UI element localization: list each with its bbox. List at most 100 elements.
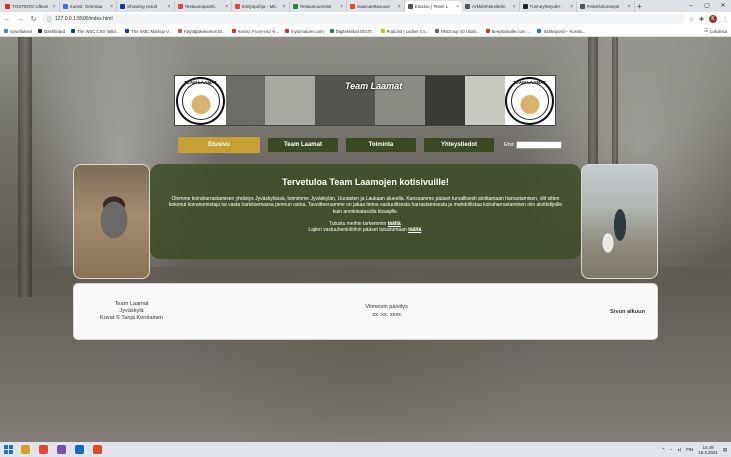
tab-close-icon[interactable]: ×	[340, 4, 343, 10]
bookmark-favicon-icon	[434, 29, 439, 33]
bookmark-item[interactable]: Dashboard	[37, 28, 66, 34]
reading-list-label: Lukulista	[710, 28, 727, 34]
tab-favicon-icon	[235, 4, 240, 9]
bookmark-favicon-icon	[178, 29, 183, 33]
tab-close-icon[interactable]: ×	[225, 4, 228, 10]
logo-dog-emblem	[181, 82, 220, 120]
bookmark-star-icon[interactable]: ☆	[689, 16, 694, 23]
network-icon[interactable]: ◔	[669, 447, 672, 452]
nav-item[interactable]: Etusivu	[178, 137, 260, 153]
contacts-link-line: Lajien vastuuhenkilöihin pääset tutustum…	[168, 227, 563, 233]
bookmark-item[interactable]: NNGroup 10 Usab...	[434, 29, 480, 34]
bookmark-favicon-icon	[485, 29, 490, 33]
bookmark-label: Podcast | Ladies Co...	[386, 28, 429, 34]
browser-menu-icon[interactable]: ⋮	[722, 16, 728, 23]
welcome-section: Tervetuloa Team Laamojen kotisivuille! O…	[150, 164, 581, 259]
back-icon[interactable]: ←	[3, 16, 12, 23]
bookmark-favicon-icon	[4, 29, 8, 33]
browser-tab[interactable]: Esityspohja - Mic ×	[232, 1, 290, 12]
browser-tab[interactable]: Showing result ×	[117, 1, 175, 12]
new-tab-button[interactable]: +	[635, 2, 645, 12]
taskbar-app-icon[interactable]	[57, 445, 66, 454]
tab-close-icon[interactable]: ×	[398, 4, 401, 10]
maximize-button[interactable]: ▢	[699, 0, 715, 12]
system-tray: ^ ◔ ◖) FIN 14.49 18.4.2021 ▤	[662, 445, 727, 455]
bookmark-item[interactable]: Kurssi: Front-end -k...	[231, 29, 279, 34]
search-input[interactable]	[515, 141, 562, 149]
nav-item[interactable]: Yhteystiedot	[424, 138, 494, 152]
tab-close-icon[interactable]: ×	[168, 4, 171, 10]
bookmark-label: Dashboard	[43, 28, 66, 34]
taskbar-app-icon[interactable]	[39, 445, 48, 454]
browser-tab[interactable]: Etusivu | Team L ×	[404, 1, 462, 12]
bookmark-item[interactable]: Käyttäjäkokemus Di...	[178, 29, 226, 34]
windows-start-icon[interactable]	[4, 445, 13, 454]
taskbar-app-icon[interactable]	[75, 445, 84, 454]
tab-close-icon[interactable]: ×	[53, 4, 56, 10]
browser-tab[interactable]: Testausraportti. ×	[175, 1, 232, 12]
notifications-icon[interactable]: ▤	[723, 447, 727, 453]
profile-avatar[interactable]: K	[709, 15, 717, 23]
browser-tab[interactable]: Palvelukonsepti ×	[577, 1, 635, 12]
reload-icon[interactable]: ↻	[29, 15, 38, 23]
tab-close-icon[interactable]: ×	[628, 4, 631, 10]
volume-icon[interactable]: ◖)	[677, 447, 681, 452]
contacts-link[interactable]: täältä	[408, 227, 421, 233]
url-field[interactable]: ⓘ 127.0.0.1:5500/index.html	[42, 14, 685, 24]
tab-close-icon[interactable]: ×	[110, 4, 113, 10]
minimize-button[interactable]: –	[683, 0, 699, 12]
tab-title: TOSTERO Ulkoin	[12, 4, 49, 9]
tab-close-icon[interactable]: ×	[283, 4, 286, 10]
taskbar-app-icon[interactable]	[21, 445, 30, 454]
browser-tab[interactable]: Tunneyhteydet - ×	[520, 1, 577, 12]
tab-title: Kurssi: Orientaa	[69, 4, 103, 9]
person-with-dog-photo-right	[581, 164, 658, 279]
bookmark-label: The W3C CSS Valid...	[77, 28, 120, 34]
clock-date: 18.4.2021	[698, 449, 718, 455]
bookmarks-bar: Sovellukset Dashboard The W3C CSS Valid...…	[0, 26, 731, 37]
tab-close-icon[interactable]: ×	[513, 4, 516, 10]
bookmark-item[interactable]: Sovellukset	[4, 29, 32, 34]
search-box: Etsi:	[504, 141, 562, 149]
tab-favicon-icon	[350, 4, 355, 9]
browser-tab-bar: TOSTERO Ulkoin × Kurssi: Orientaa × Showing …	[0, 0, 731, 12]
bookmark-label: Beeptoskalle.com :...	[491, 28, 532, 34]
bookmark-item[interactable]: Digitekniikat DIGIT...	[329, 28, 375, 34]
input-language[interactable]: FIN	[686, 447, 693, 452]
nav-item[interactable]: Team Laamat	[268, 138, 338, 152]
extensions-icon[interactable]: ✱	[699, 16, 704, 23]
main-navigation: Etusivu Team Laamat Toiminta Yhteystiedot E…	[178, 136, 562, 154]
bookmark-item[interactable]: Beeptoskalle.com :...	[485, 28, 532, 34]
browser-tab[interactable]: Testausuunnitel ×	[290, 1, 347, 12]
tray-chevron-icon[interactable]: ^	[662, 447, 664, 452]
search-label: Etsi:	[504, 142, 515, 148]
bookmark-item[interactable]: mytomatoes.com	[285, 29, 324, 34]
taskbar-app-icon[interactable]	[93, 445, 102, 454]
team-logo-left[interactable]: TEAM LAAMAT	[176, 77, 225, 125]
nav-item[interactable]: Toiminta	[346, 138, 416, 152]
bookmark-item[interactable]: Sähköposti – Korola...	[537, 29, 585, 34]
about-link[interactable]: täältä	[388, 221, 401, 227]
tab-favicon-icon	[292, 4, 298, 9]
site-info-icon[interactable]: ⓘ	[47, 16, 52, 23]
reading-list-button[interactable]: ☰ Lukulista	[704, 28, 727, 34]
tab-favicon-icon	[407, 4, 413, 9]
tab-close-icon[interactable]: ×	[456, 4, 459, 10]
forward-icon[interactable]: →	[16, 16, 25, 23]
browser-tab[interactable]: TOSTERO Ulkoin ×	[2, 1, 60, 12]
bookmark-label: Digitekniikat DIGIT...	[335, 28, 375, 34]
reading-list-icon: ☰	[704, 28, 709, 33]
browser-tab[interactable]: Kurssi: Orientaa ×	[60, 1, 117, 12]
tab-favicon-icon	[465, 4, 470, 9]
browser-tab[interactable]: Arkkitehtiesitelm ×	[462, 1, 520, 12]
bookmark-favicon-icon	[380, 29, 385, 33]
taskbar-clock[interactable]: 14.49 18.4.2021	[698, 445, 718, 455]
bookmark-item[interactable]: The W3C Markup V...	[125, 29, 172, 34]
close-window-button[interactable]: ✕	[715, 0, 731, 12]
bookmark-item[interactable]: The W3C CSS Valid...	[71, 29, 119, 34]
tab-close-icon[interactable]: ×	[570, 4, 573, 10]
bookmark-item[interactable]: Podcast | Ladies Co...	[380, 28, 429, 34]
browser-tab[interactable]: Saavutettavuusr ×	[347, 1, 405, 12]
back-to-top-link[interactable]: Sivun alkuun	[610, 309, 645, 315]
bookmark-label: The W3C Markup V...	[131, 28, 173, 34]
